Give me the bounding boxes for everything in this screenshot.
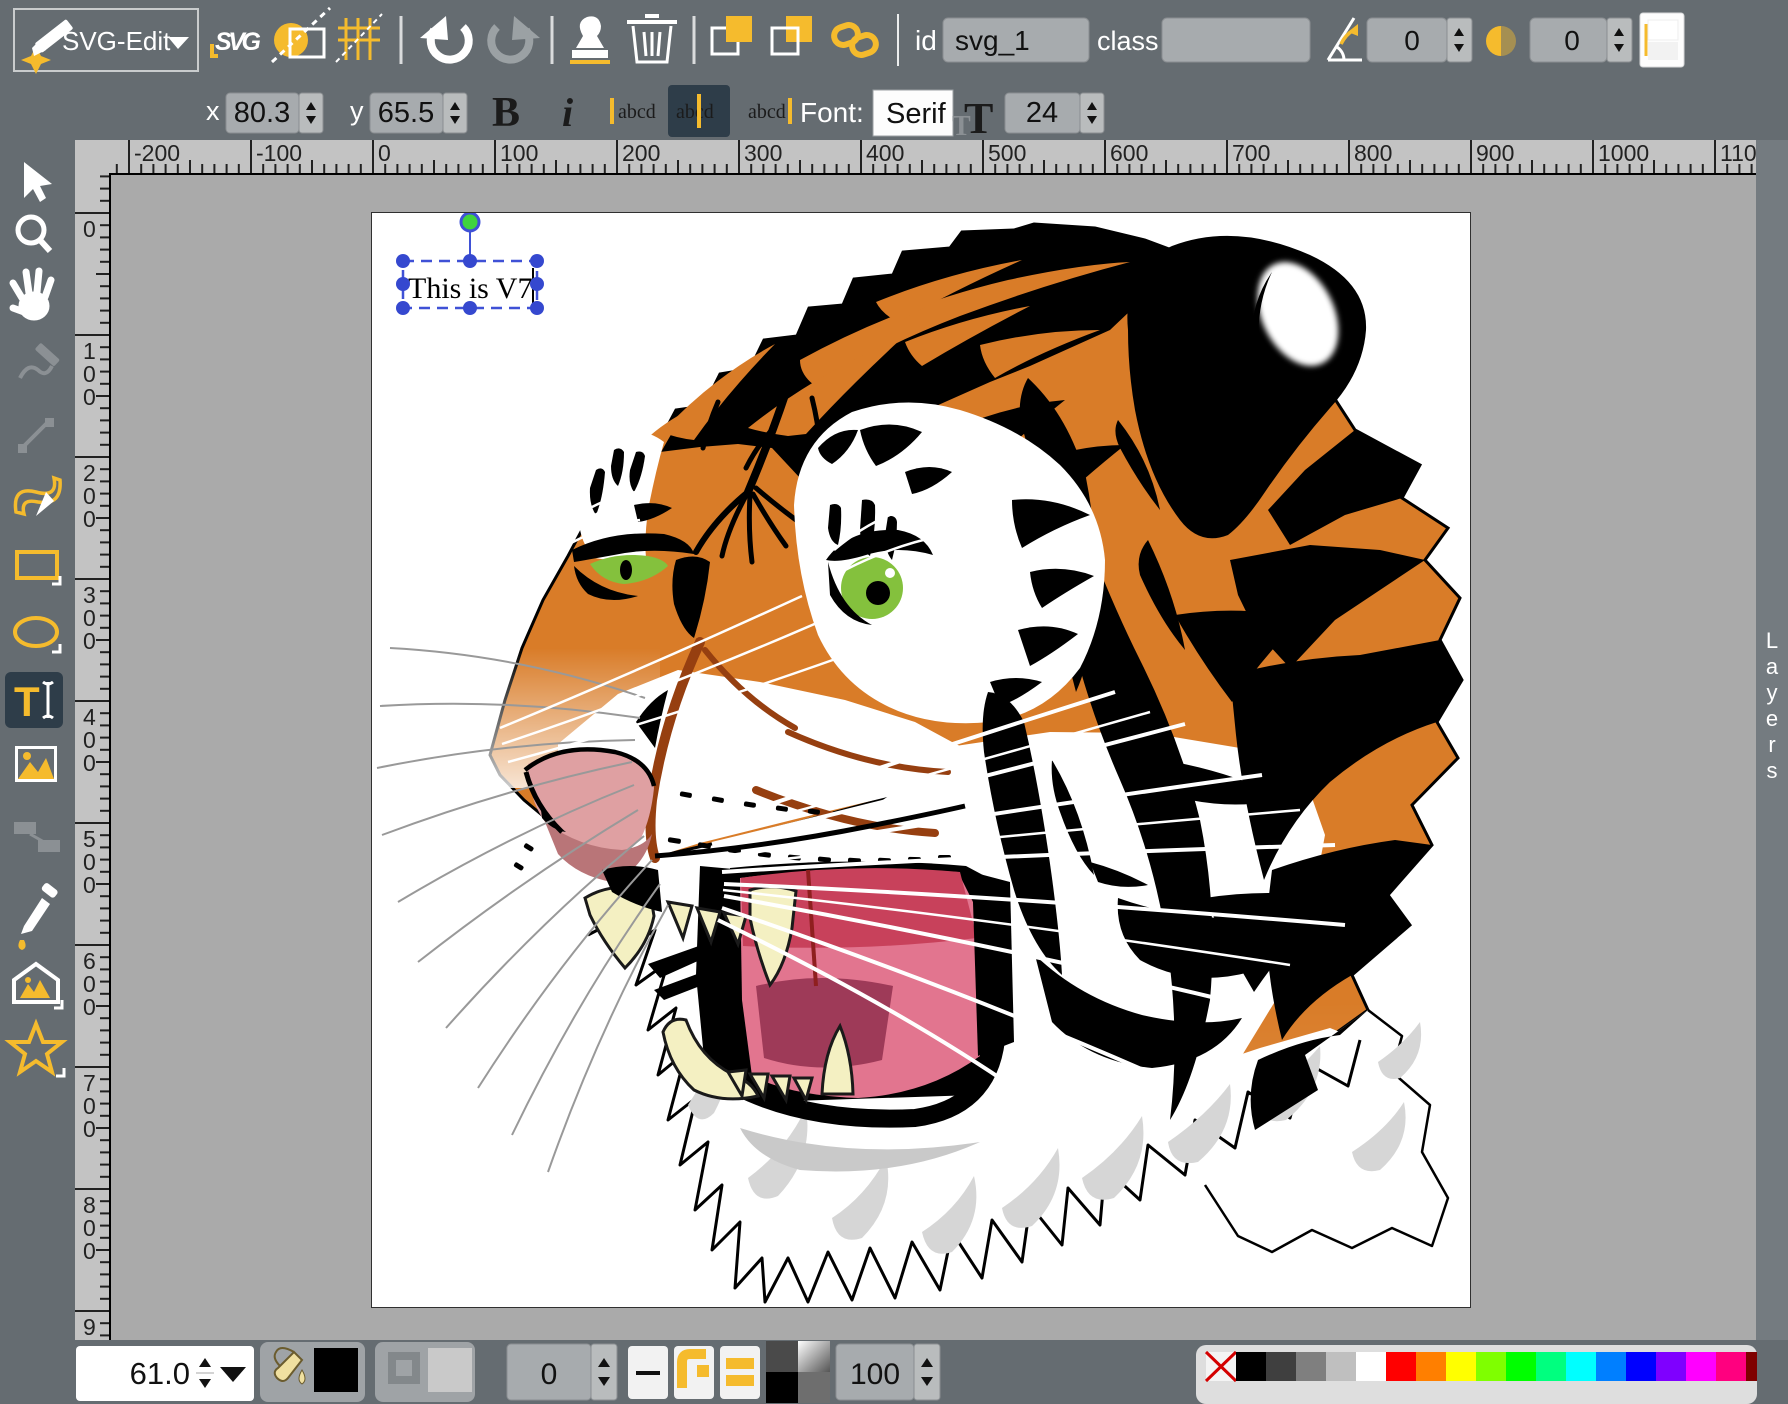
svg-text:s: s <box>1767 758 1778 783</box>
svg-text:T: T <box>964 94 993 140</box>
svg-text:0: 0 <box>83 506 96 532</box>
svg-text:0: 0 <box>83 994 96 1020</box>
svg-text:-200: -200 <box>134 140 180 166</box>
svg-text:0: 0 <box>378 140 391 166</box>
svg-text:300: 300 <box>744 140 782 166</box>
svg-text:0: 0 <box>83 216 96 242</box>
svg-text:a: a <box>1766 654 1779 679</box>
svg-text:1100: 1100 <box>1720 140 1756 166</box>
svg-text:0: 0 <box>83 872 96 898</box>
svg-text:100: 100 <box>850 1358 900 1391</box>
svg-text:y: y <box>1767 680 1778 705</box>
svg-text:800: 800 <box>1354 140 1392 166</box>
svg-text:700: 700 <box>1232 140 1270 166</box>
svg-text:B: B <box>492 90 520 136</box>
svg-text:24: 24 <box>1026 97 1058 129</box>
svg-text:1000: 1000 <box>1598 140 1649 166</box>
svg-text:T: T <box>14 678 40 725</box>
svg-text:900: 900 <box>1476 140 1514 166</box>
svg-text:600: 600 <box>1110 140 1148 166</box>
svg-text:i: i <box>562 90 573 135</box>
svg-text:0: 0 <box>83 1116 96 1142</box>
svg-text:SVG-Edit: SVG-Edit <box>62 26 171 56</box>
svg-text:e: e <box>1766 706 1778 731</box>
svg-text:This is V7: This is V7 <box>408 272 532 305</box>
svg-text:SVG: SVG <box>215 28 261 56</box>
svg-text:y: y <box>350 96 364 126</box>
svg-text:abcd: abcd <box>618 101 656 123</box>
svg-text:0: 0 <box>1404 25 1420 56</box>
svg-text:500: 500 <box>988 140 1026 166</box>
svg-text:Serif: Serif <box>886 98 947 130</box>
svg-text:0: 0 <box>541 1358 558 1391</box>
svg-text:100: 100 <box>500 140 538 166</box>
svg-text:80.3: 80.3 <box>234 97 290 129</box>
svg-text:id: id <box>915 25 937 56</box>
svg-text:65.5: 65.5 <box>378 97 434 129</box>
svg-text:abcd: abcd <box>748 101 786 123</box>
svg-text:0: 0 <box>1564 25 1580 56</box>
svg-text:-100: -100 <box>256 140 302 166</box>
svg-text:class: class <box>1097 26 1159 56</box>
svg-text:Font:: Font: <box>800 97 864 128</box>
svg-text:0: 0 <box>83 750 96 776</box>
svg-text:0: 0 <box>83 1238 96 1264</box>
svg-text:x: x <box>206 96 220 126</box>
svg-text:abcd: abcd <box>676 101 714 123</box>
svg-text:0: 0 <box>83 628 96 654</box>
svg-text:r: r <box>1768 732 1775 757</box>
svg-text:0: 0 <box>83 384 96 410</box>
svg-text:61.0: 61.0 <box>130 1356 190 1391</box>
svg-text:400: 400 <box>866 140 904 166</box>
svg-text:svg_1: svg_1 <box>955 25 1030 56</box>
svg-text:L: L <box>1766 628 1778 653</box>
svg-text:200: 200 <box>622 140 660 166</box>
